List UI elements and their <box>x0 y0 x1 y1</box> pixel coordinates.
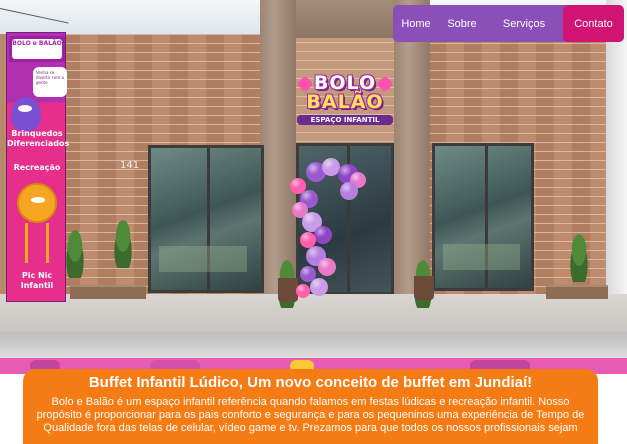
plant <box>108 212 138 268</box>
plant <box>564 226 594 282</box>
banner-item-brinquedos: Brinquedos Diferenciados <box>7 129 70 148</box>
logo-subtitle: ESPAÇO INFANTIL <box>297 115 393 125</box>
balloon <box>340 182 358 200</box>
ball-mascot-icon <box>17 183 57 223</box>
banner-logo: BOLO e BALÃO <box>12 39 62 59</box>
balloon <box>296 284 310 298</box>
balloon <box>310 278 328 296</box>
nav-servicos[interactable]: Serviços <box>485 5 563 42</box>
hero-photo: 141 BOLO BALÃO ESPAÇO INFANTIL BOLO e BA… <box>0 0 627 362</box>
intro-title: Buffet Infantil Lúdico, Um novo conceito… <box>88 374 533 391</box>
monster-mascot-icon <box>11 97 41 131</box>
house-number: 141 <box>120 160 140 171</box>
nav-contato[interactable]: Contato <box>563 5 624 42</box>
promo-banner: BOLO e BALÃO Venha se divertir com a gen… <box>6 32 70 302</box>
nav-home[interactable]: Home <box>393 5 439 42</box>
storefront-window-right <box>432 143 534 291</box>
storefront-logo: BOLO BALÃO ESPAÇO INFANTIL <box>296 74 394 134</box>
storefront-window-left <box>148 145 264 293</box>
planter-right <box>546 285 608 299</box>
mascot-legs <box>25 223 49 263</box>
banner-item-picnic: Pic Nic Infantil <box>20 271 54 290</box>
intro-body: Bolo e Balão é um espaço infantil referê… <box>36 396 585 434</box>
sidewalk <box>0 294 627 332</box>
planter-left <box>70 285 146 299</box>
nav-sobre[interactable]: Sobre <box>439 5 485 42</box>
plant-pot <box>278 278 298 302</box>
main-nav: Home Sobre Serviços Contato <box>393 5 624 42</box>
balloon <box>314 226 332 244</box>
banner-speech-bubble: Venha se divertir com a gente <box>33 67 67 97</box>
balloon <box>318 258 336 276</box>
white-pillar <box>606 0 627 300</box>
window-reflection <box>159 246 247 272</box>
logo-word-balao: BALÃO <box>306 91 384 113</box>
plant-pot <box>414 276 434 300</box>
banner-item-recreacao: Recreação <box>13 163 61 172</box>
window-reflection <box>443 244 520 270</box>
